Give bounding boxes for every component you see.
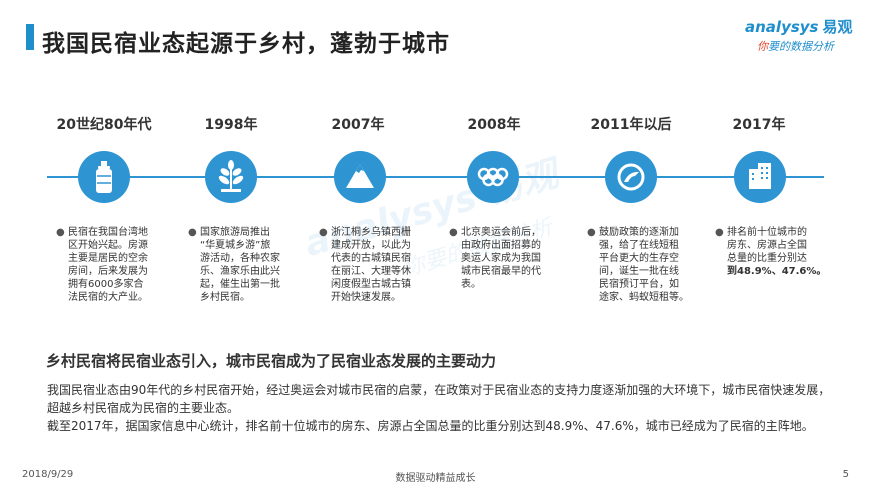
timeline-description: ● 鼓励政策的逐渐加 强，给了在线短租 平台更大的生存空 间，诞生一批在线 民宿… xyxy=(587,227,689,303)
summary-body: 我国民宿业态由90年代的乡村民宿开始，经过奥运会对城市民宿的启蒙，在政策对于民宿… xyxy=(47,381,837,435)
timeline-description: ● 北京奥运会前后， 由政府出面招募的 奥运人家成为我国 城市民宿最早的代 表。 xyxy=(449,227,541,290)
summary-paragraph: 我国民宿业态由90年代的乡村民宿开始，经过奥运会对城市民宿的启蒙，在政策对于民宿… xyxy=(47,383,831,415)
timeline-year: 20世纪80年代 xyxy=(56,117,152,133)
analysys-logo: analysys 易观 你要的数据分析 xyxy=(745,16,853,60)
logo-tag-rest: 要的数据分析 xyxy=(768,40,834,53)
summary-paragraph: 截至2017年，据国家信息中心统计，排名前十位城市的房东、房源占全国总量的比重分… xyxy=(47,419,814,433)
timeline-node xyxy=(78,151,130,203)
logo-wordmark: analysys 易观 xyxy=(745,16,853,37)
policy-icon xyxy=(617,163,645,191)
timeline-year: 2007年 xyxy=(331,117,385,133)
logo-tagline: 你要的数据分析 xyxy=(757,38,834,54)
timeline-node xyxy=(734,151,786,203)
timeline-year: 1998年 xyxy=(204,117,258,133)
timeline-description: ● 排名前十位城市的 房东、房源占全国 总量的比重分别达 到48.9%、47.6… xyxy=(715,227,827,277)
logo-brand: analysys xyxy=(745,18,819,36)
building-icon xyxy=(749,163,771,189)
page-number: 5 xyxy=(842,469,849,480)
timeline-description: ● 民宿在我国台湾地 区开始兴起。房源 主要是居民的空余 房间，后来发展为 拥有… xyxy=(56,227,148,303)
timeline-node xyxy=(334,151,386,203)
bottle-icon xyxy=(96,161,112,193)
footer-slogan: 数据驱动精益成长 xyxy=(395,473,476,484)
timeline-description: ● 浙江桐乡乌镇西栅 建成开放，以此为 代表的古城镇民宿 在丽江、大理等休 闲度… xyxy=(319,227,411,303)
logo-brand-cn: 易观 xyxy=(822,18,853,36)
wheat-icon xyxy=(218,160,244,192)
timeline-description: ● 国家旅游局推出 “华夏城乡游”旅 游活动，各种农家 乐、渔家乐由此兴 起，催… xyxy=(188,227,280,303)
logo-tag-accent: 你 xyxy=(757,40,768,53)
timeline-year: 2017年 xyxy=(732,117,786,133)
footer-date: 2018/9/29 xyxy=(22,469,74,480)
timeline-node xyxy=(467,151,519,203)
page-title: 我国民宿业态起源于乡村，蓬勃于城市 xyxy=(42,31,450,57)
olympic-rings-icon xyxy=(477,167,509,187)
mountain-icon xyxy=(346,164,374,188)
summary-heading: 乡村民宿将民宿业态引入，城市民宿成为了民宿业态发展的主要动力 xyxy=(46,352,497,370)
timeline-line xyxy=(47,176,824,178)
timeline-node xyxy=(205,151,257,203)
title-accent-bar xyxy=(26,24,34,50)
timeline-year: 2008年 xyxy=(467,117,521,133)
timeline-year: 2011年以后 xyxy=(590,117,672,133)
timeline-node xyxy=(605,151,657,203)
